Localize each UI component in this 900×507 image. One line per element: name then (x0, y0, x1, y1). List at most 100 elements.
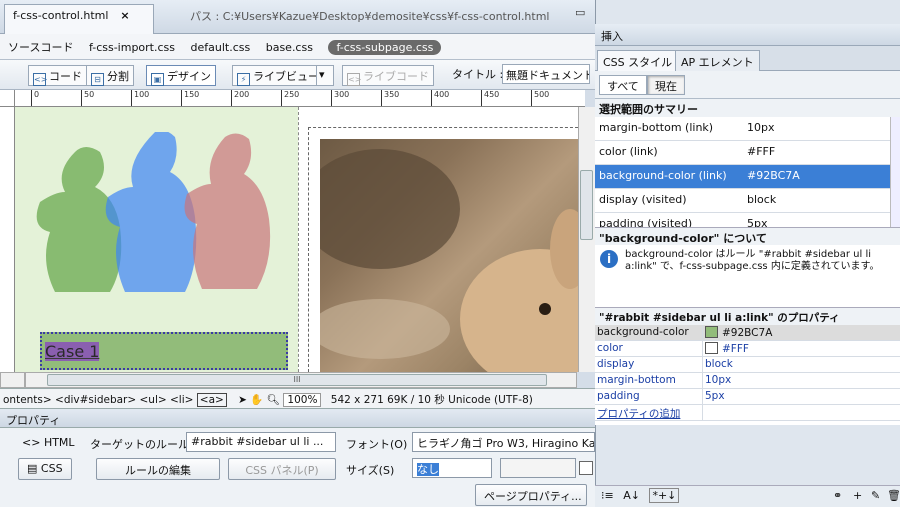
property-value[interactable]: 10px (705, 374, 731, 386)
related-file-default[interactable]: default.css (191, 41, 251, 54)
properties-heading: "#rabbit #sidebar ul li a:link" のプロパティ (595, 307, 900, 325)
insert-panel-header[interactable]: 挿入 (595, 24, 900, 46)
live-view-button[interactable]: ⚡ ライブビュー (232, 65, 324, 86)
property-value-text: #FFF (722, 343, 749, 355)
ruler-corner (0, 90, 15, 107)
content-divider (298, 107, 299, 372)
edit-rule-button[interactable]: ルールの編集 (96, 458, 220, 480)
code-view-button[interactable]: <> コード (28, 65, 87, 86)
ruler-tick: 0 (31, 90, 39, 106)
property-value[interactable]: 5px (705, 390, 725, 402)
rabbit-shape-3 (184, 133, 271, 289)
split-view-label: 分割 (107, 70, 129, 83)
summary-row[interactable]: color (link) #FFF (595, 141, 890, 165)
case-1-link[interactable]: Case 1 (40, 332, 288, 370)
color-picker-swatch[interactable] (579, 461, 593, 475)
page-properties-button[interactable]: ページプロパティ... (475, 484, 587, 506)
related-file-base[interactable]: base.css (266, 41, 313, 54)
property-name: display (597, 358, 635, 370)
related-file-subpage[interactable]: f-css-subpage.css (328, 40, 442, 55)
title-input[interactable]: 無題ドキュメント (502, 64, 590, 84)
rabbit-photo (320, 139, 578, 372)
related-file-import[interactable]: f-css-import.css (89, 41, 175, 54)
css-mode-bar: すべて 現在 (595, 71, 900, 99)
add-property-link[interactable]: プロパティの追加 (597, 406, 680, 421)
live-code-icon: <> (347, 73, 362, 86)
property-row[interactable]: background-color #92BC7A (595, 325, 900, 341)
zoom-select[interactable]: 100% (283, 393, 322, 407)
live-code-button[interactable]: <> ライブコード (342, 65, 434, 86)
file-path: パス : C:¥Users¥Kazue¥Desktop¥demosite¥css… (190, 10, 550, 23)
target-rule-select[interactable]: #rabbit #sidebar ul li ... (186, 432, 336, 452)
summary-property: display (visited) (599, 193, 687, 206)
restore-window-icon[interactable]: ▭ (575, 6, 585, 19)
html-label: HTML (43, 436, 75, 449)
vertical-ruler (0, 107, 15, 377)
zoom-tool-icon[interactable]: 🔍︎ (267, 394, 280, 406)
code-icon: <> (33, 73, 48, 86)
set-properties-icon[interactable]: *+↓ (649, 488, 680, 503)
edit-rule-icon[interactable]: ✎ (871, 489, 880, 502)
alpha-view-icon[interactable]: A↓ (623, 489, 640, 502)
color-swatch[interactable] (705, 342, 718, 354)
add-property-row[interactable]: プロパティの追加 (595, 405, 900, 421)
about-heading: "background-color" について (595, 227, 900, 245)
size-unit-select[interactable] (500, 458, 576, 478)
summary-row-selected[interactable]: background-color (link) #92BC7A (595, 165, 890, 189)
summary-row[interactable]: display (visited) block (595, 189, 890, 213)
vertical-scroll-thumb[interactable] (580, 170, 593, 240)
horizontal-scroll-thumb[interactable]: III (47, 374, 547, 386)
select-tool-icon[interactable]: ➤ (238, 394, 247, 406)
design-view-button[interactable]: ▣ デザイン (146, 65, 216, 86)
delete-rule-icon[interactable]: 🗑︎ (887, 489, 900, 502)
summary-property: margin-bottom (link) (599, 121, 714, 134)
html-mode-toggle[interactable]: <> HTML (22, 436, 75, 449)
rabbit-shape-2 (105, 132, 197, 292)
document-tab-bar: f-css-control.html × パス : C:¥Users¥Kazue¥… (0, 0, 595, 34)
size-value: なし (417, 463, 439, 476)
css-icon: ▤ (27, 462, 38, 475)
summary-scrollbar[interactable] (890, 117, 900, 227)
code-view-label: コード (49, 70, 82, 83)
scroll-left-arrow[interactable] (0, 372, 25, 388)
property-value[interactable]: #FFF (705, 342, 749, 355)
design-canvas[interactable]: Case 1 (15, 107, 578, 372)
new-rule-icon[interactable]: + (853, 489, 862, 502)
category-view-icon[interactable]: ⁝≡ (601, 489, 614, 502)
attach-stylesheet-icon[interactable]: ⚭ (833, 489, 842, 502)
html-icon: <> (22, 436, 41, 449)
ruler-tick: 500 (531, 90, 549, 106)
size-select[interactable]: なし (412, 458, 492, 478)
live-code-label: ライブコード (363, 70, 429, 83)
property-row[interactable]: display block (595, 357, 900, 373)
live-view-dropdown[interactable]: ▾ (316, 65, 334, 86)
selected-tag[interactable]: <a> (196, 393, 227, 407)
hand-tool-icon[interactable]: ✋ (250, 394, 263, 406)
encoding: Unicode (UTF-8) (448, 394, 533, 406)
tag-selector[interactable]: ontents> <div#sidebar> <ul> <li> (3, 394, 193, 406)
mode-all-button[interactable]: すべて (599, 75, 647, 95)
mode-current-button[interactable]: 現在 (647, 75, 685, 95)
tab-ap-elements[interactable]: AP エレメント (675, 50, 760, 71)
property-row[interactable]: margin-bottom 10px (595, 373, 900, 389)
property-row[interactable]: color #FFF (595, 341, 900, 357)
font-select[interactable]: ヒラギノ角ゴ Pro W3, Hiragino Kaku (412, 432, 595, 452)
property-row[interactable]: padding 5px (595, 389, 900, 405)
property-value[interactable]: block (705, 358, 733, 370)
rabbit-silhouettes-image (36, 132, 271, 292)
tab-css-styles[interactable]: CSS スタイル (597, 50, 679, 71)
css-panel-button[interactable]: CSS パネル(P) (228, 458, 336, 480)
color-swatch[interactable] (705, 326, 718, 338)
summary-row[interactable]: margin-bottom (link) 10px (595, 117, 890, 141)
summary-row[interactable]: padding (visited) 5px (595, 213, 890, 227)
property-value[interactable]: #92BC7A (705, 326, 772, 339)
document-tab[interactable]: f-css-control.html × (4, 4, 154, 34)
related-file-source[interactable]: ソースコード (8, 41, 73, 54)
info-icon: i (600, 250, 618, 268)
window-size[interactable]: 542 x 271 (331, 394, 384, 406)
status-bar: ontents> <div#sidebar> <ul> <li> <a> ➤ ✋… (0, 388, 595, 408)
css-mode-button[interactable]: ▤ CSS (18, 458, 72, 480)
split-view-button[interactable]: ⊟ 分割 (86, 65, 134, 86)
summary-value: 5px (747, 217, 768, 227)
close-tab-icon[interactable]: × (120, 9, 129, 22)
